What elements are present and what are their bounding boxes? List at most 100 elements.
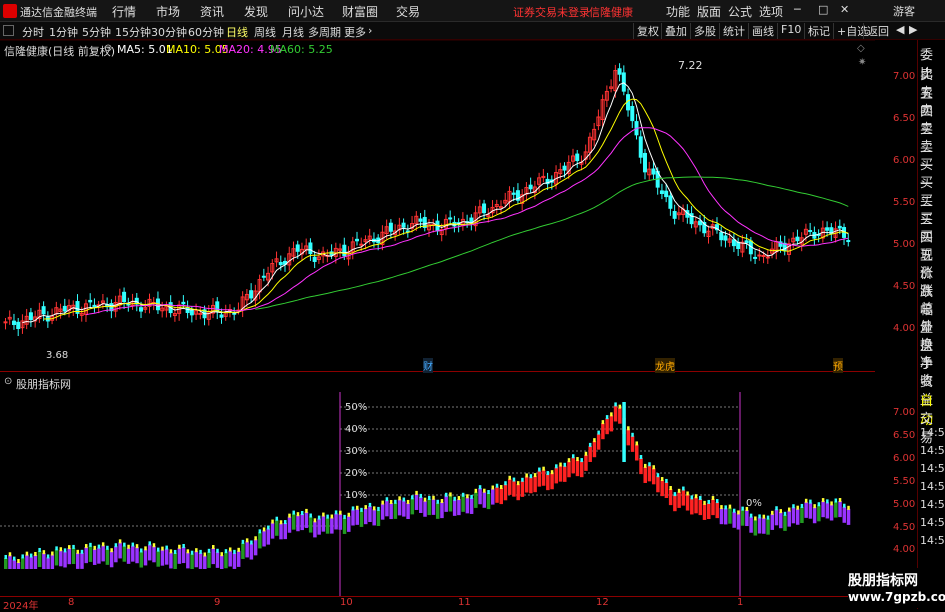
indicator-candle <box>588 442 592 447</box>
x-tick-10: 10 <box>340 597 353 608</box>
period-15min[interactable]: 15分钟 <box>115 24 151 40</box>
indicator-column <box>147 544 152 561</box>
indicator-candle <box>682 486 685 491</box>
indicator-column <box>448 495 453 512</box>
indicator-chart[interactable] <box>0 374 875 596</box>
indicator-column <box>236 550 241 567</box>
menu-shichang[interactable]: 市场 <box>156 3 180 20</box>
indicator-candle <box>406 499 410 504</box>
indicator-candle <box>368 502 372 507</box>
tool-duogu[interactable]: 多股 <box>690 23 719 39</box>
period-fenshi[interactable]: 分时 <box>22 24 44 40</box>
marker-yu[interactable]: 预 <box>833 358 843 373</box>
indicator-column <box>393 502 398 519</box>
sun-icon[interactable]: ✷ <box>858 57 866 68</box>
indicator-column <box>711 499 715 516</box>
tool-huaxian[interactable]: 画线 <box>748 23 777 39</box>
period-daily[interactable]: 日线 <box>226 24 248 40</box>
candle-body <box>630 105 635 122</box>
indicator-panel[interactable]: ⊙ 股朋指标网 50% 40% 30% 20% 10% 0% 7.00 6.50… <box>0 374 915 596</box>
period-weekly[interactable]: 周线 <box>254 24 276 40</box>
indicator-candle <box>749 513 753 518</box>
indicator-candle <box>334 510 338 515</box>
indicator-candle <box>165 545 168 550</box>
tool-tongji[interactable]: 统计 <box>719 23 748 39</box>
indicator-candle <box>567 458 571 463</box>
indicator-candle <box>762 514 766 519</box>
period-30min[interactable]: 30分钟 <box>151 24 187 40</box>
trade-login-status[interactable]: 证券交易未登录 <box>513 4 590 20</box>
menu-caifuquan[interactable]: 财富圈 <box>342 3 378 20</box>
indicator-column <box>846 508 851 525</box>
menu-gongshi[interactable]: 公式 <box>728 3 752 20</box>
menu-xuanxiang[interactable]: 选项 <box>759 3 783 20</box>
main-chart-panel[interactable]: 信隆健康(日线 前复权) ⊙ MA5: 5.01 MA10: 5.05 MA20… <box>0 40 915 373</box>
panel-toggle-icon[interactable] <box>3 25 14 36</box>
tool-biaoji[interactable]: 标记 <box>804 23 833 39</box>
low-price-label: 3.68 <box>46 350 69 361</box>
menu-wenxiaoda[interactable]: 问小达 <box>288 3 324 20</box>
indicator-candle <box>152 543 156 548</box>
candle-body <box>753 256 758 259</box>
indicator-candle <box>389 499 393 504</box>
indicator-candle <box>313 518 317 523</box>
period-more[interactable]: 更多 <box>344 24 366 40</box>
period-monthly[interactable]: 月线 <box>282 24 304 40</box>
indicator-column <box>461 495 465 512</box>
period-60min[interactable]: 60分钟 <box>188 24 224 40</box>
candle-body <box>28 312 33 321</box>
candle-body <box>846 240 851 243</box>
candle-body <box>795 236 800 242</box>
indicator-column <box>613 405 618 422</box>
menu-faxian[interactable]: 发现 <box>244 3 268 20</box>
indicator-column <box>207 551 211 568</box>
indicator-candle <box>580 458 583 463</box>
candle-body <box>575 153 580 162</box>
more-chevron-icon[interactable]: › <box>368 24 372 37</box>
indicator-candle <box>173 549 177 554</box>
title-bar: 通达信金融终端 行情 市场 资讯 发现 问小达 财富圈 交易 证券交易未登录 信… <box>0 0 945 22</box>
ma-settings-icon[interactable]: ⊙ <box>104 43 112 54</box>
maximize-button[interactable]: □ <box>818 3 828 16</box>
indicator-candle <box>461 492 465 497</box>
period-5min[interactable]: 5分钟 <box>82 24 111 40</box>
indicator-column <box>92 548 97 565</box>
indicator-column <box>495 486 499 503</box>
tool-fanhui[interactable]: 返回 <box>863 23 892 39</box>
marker-longhu[interactable]: 龙虎 <box>655 358 675 373</box>
indicator-column <box>491 488 495 505</box>
indicator-column <box>507 478 512 495</box>
minimize-button[interactable]: ─ <box>794 3 801 16</box>
marker-cai[interactable]: 财 <box>423 358 433 373</box>
indicator-candle <box>436 499 439 504</box>
menu-zixun[interactable]: 资讯 <box>200 3 224 20</box>
indicator-column <box>457 499 461 516</box>
menu-banmian[interactable]: 版面 <box>697 3 721 20</box>
indicator-column <box>715 502 719 519</box>
menu-jiaoyi[interactable]: 交易 <box>396 3 420 20</box>
indicator-candle <box>792 504 795 509</box>
tool-fuquan[interactable]: 复权 <box>633 23 662 39</box>
candlestick-chart[interactable] <box>0 40 875 372</box>
indicator-column <box>287 516 292 533</box>
indicator-settings-icon[interactable]: ⊙ <box>4 376 12 387</box>
close-button[interactable]: ✕ <box>840 3 849 16</box>
period-multi[interactable]: 多周期 <box>308 24 341 40</box>
tool-f10[interactable]: F10 <box>777 23 804 39</box>
indicator-column <box>516 484 520 501</box>
indicator-column <box>541 469 546 486</box>
period-1min[interactable]: 1分钟 <box>49 24 78 40</box>
high-price-label: 7.22 <box>678 59 703 72</box>
indicator-candle <box>123 542 126 547</box>
tool-diejia[interactable]: 叠加 <box>661 23 690 39</box>
candle-body <box>92 304 97 308</box>
indicator-column <box>563 465 567 482</box>
indicator-candle <box>800 503 804 508</box>
indicator-column <box>135 547 139 564</box>
menu-gongneng[interactable]: 功能 <box>666 3 690 20</box>
menu-hangqing[interactable]: 行情 <box>112 3 136 20</box>
user-label[interactable]: 游客 <box>893 3 915 19</box>
next-arrow-icon[interactable]: ▶ <box>906 23 920 39</box>
indicator-column <box>304 511 309 528</box>
diamond-icon[interactable]: ◇ <box>857 43 865 54</box>
